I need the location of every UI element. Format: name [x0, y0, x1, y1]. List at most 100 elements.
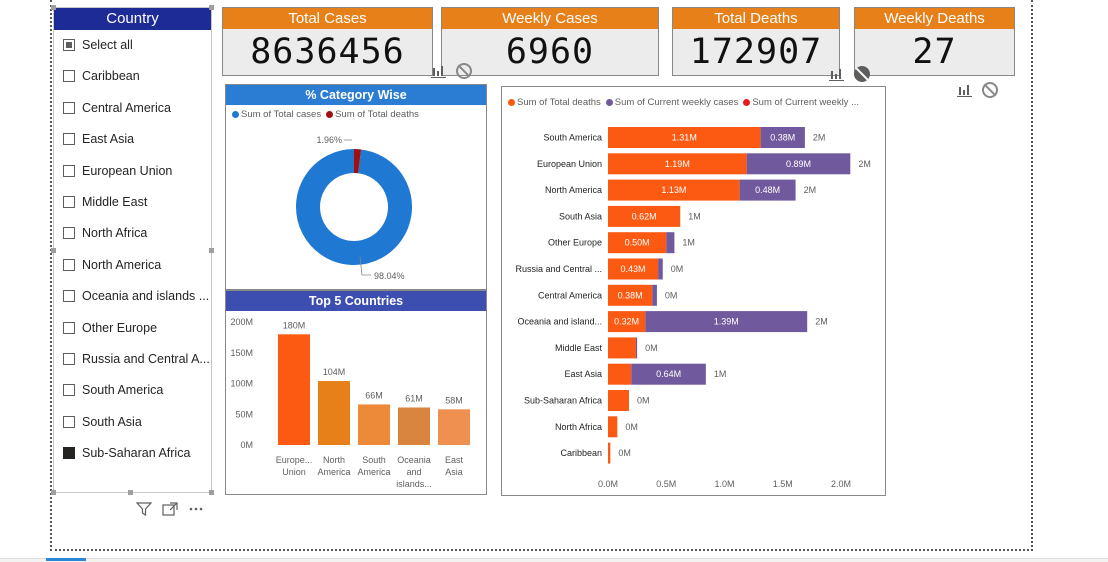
slicer-item-label: Sub-Saharan Africa: [82, 446, 191, 461]
category-wise-donut-panel[interactable]: % Category Wise Sum of Total cases Sum o…: [225, 84, 487, 290]
total-data-label: 0M: [618, 448, 631, 458]
slicer-item[interactable]: East Asia: [63, 129, 134, 149]
slicer-item[interactable]: South America: [63, 380, 163, 400]
legend-item[interactable]: Sum of Total cases: [232, 109, 321, 120]
filter-icon[interactable]: [136, 502, 152, 516]
slicer-title: Country: [54, 8, 211, 30]
checkbox[interactable]: [63, 39, 75, 51]
legend-item[interactable]: Sum of Total deaths: [508, 97, 601, 108]
total-data-label: 0M: [645, 343, 658, 353]
ban-icon[interactable]: [854, 66, 870, 82]
slicer-item[interactable]: Caribbean: [63, 66, 140, 86]
slicer-item[interactable]: Russia and Central A...: [63, 349, 210, 369]
x-tick-label: 1.0M: [714, 479, 734, 489]
y-category-label: South Asia: [559, 211, 602, 221]
y-category-label: European Union: [537, 159, 602, 169]
slicer-item[interactable]: Middle East: [63, 192, 147, 212]
slicer-item[interactable]: South Asia: [63, 412, 142, 432]
bar-segment[interactable]: [608, 416, 618, 438]
checkbox[interactable]: [63, 290, 75, 303]
bar-segment[interactable]: [666, 232, 675, 254]
legend-item[interactable]: Sum of Current weekly ...: [743, 97, 859, 108]
y-category-label: Sub-Saharan Africa: [524, 396, 602, 406]
bar-segment[interactable]: [652, 284, 657, 306]
y-category-label: North America: [545, 185, 602, 195]
x-category-label: Oceania: [397, 455, 431, 465]
checkbox[interactable]: [63, 258, 75, 271]
resize-handle[interactable]: [209, 5, 214, 10]
top5-title: Top 5 Countries: [226, 291, 486, 311]
slicer-item[interactable]: European Union: [63, 161, 172, 181]
total-data-label: 2M: [815, 317, 828, 327]
ban-icon[interactable]: [456, 63, 472, 79]
bar-segment[interactable]: [608, 442, 611, 464]
card-weekly-deaths[interactable]: Weekly Deaths 27: [854, 7, 1015, 76]
resize-handle[interactable]: [128, 490, 133, 495]
bar-data-label: 0.48M: [755, 185, 780, 195]
checkbox[interactable]: [63, 101, 75, 114]
bar-segment[interactable]: [608, 390, 629, 411]
bar[interactable]: [398, 407, 430, 445]
checkbox[interactable]: [63, 447, 75, 460]
bar[interactable]: [438, 409, 470, 445]
slicer-item[interactable]: North Africa: [63, 223, 147, 243]
focus-mode-icon[interactable]: [162, 502, 178, 516]
checkbox[interactable]: [63, 70, 75, 83]
bar[interactable]: [358, 404, 390, 445]
bar-data-label: 1.19M: [665, 159, 690, 169]
checkbox[interactable]: [63, 353, 75, 365]
checkbox[interactable]: [63, 321, 75, 334]
card-value: 27: [912, 32, 957, 72]
resize-handle[interactable]: [51, 248, 56, 253]
slicer-item[interactable]: Sub-Saharan Africa: [63, 443, 190, 463]
legend-item[interactable]: Sum of Total deaths: [326, 109, 419, 120]
slicer-item[interactable]: Oceania and islands ...: [63, 286, 209, 306]
bar-segment[interactable]: [658, 258, 663, 280]
active-page-indicator[interactable]: [46, 558, 86, 561]
y-tick-label: 200M: [230, 317, 253, 327]
card-total-deaths[interactable]: Total Deaths 172907: [672, 7, 840, 76]
checkbox[interactable]: [63, 415, 75, 428]
bar-segment[interactable]: [635, 337, 638, 359]
bar-segment[interactable]: [608, 363, 632, 385]
bar-data-label: 1.13M: [661, 185, 686, 195]
chart-filter-icon[interactable]: [829, 67, 845, 81]
card-total-cases[interactable]: Total Cases 8636456: [222, 7, 433, 76]
checkbox[interactable]: [63, 133, 75, 146]
legend-item[interactable]: Sum of Current weekly cases: [605, 97, 738, 108]
slicer-item[interactable]: North America: [63, 255, 161, 275]
resize-handle[interactable]: [51, 490, 56, 495]
slicer-item[interactable]: Select all: [63, 35, 133, 55]
country-slicer: Country Select all Caribbean Central Ameri…: [53, 7, 212, 493]
resize-handle[interactable]: [209, 248, 214, 253]
top-5-countries-panel[interactable]: Top 5 Countries 200M 150M 100M 50M 0M 180M Eur…: [225, 290, 487, 495]
bar-data-label: 0.38M: [618, 290, 643, 300]
card-value: 8636456: [250, 32, 405, 72]
card-weekly-cases[interactable]: Weekly Cases 6960: [441, 7, 659, 76]
y-tick-label: 50M: [235, 409, 253, 419]
bar-segment[interactable]: [608, 337, 636, 359]
slicer-item[interactable]: Central America: [63, 98, 171, 118]
x-category-label: Union: [282, 467, 306, 477]
slicer-item[interactable]: Other Europe: [63, 318, 157, 338]
total-data-label: 1M: [682, 238, 695, 248]
bar[interactable]: [318, 381, 350, 445]
resize-handle[interactable]: [209, 490, 214, 495]
resize-handle[interactable]: [51, 5, 56, 10]
ban-icon[interactable]: [982, 82, 998, 98]
chart-filter-icon[interactable]: [957, 83, 973, 97]
donut-slice[interactable]: [296, 149, 412, 265]
slicer-item-label: Select all: [82, 38, 133, 52]
stacked-bar-panel[interactable]: Sum of Total deaths Sum of Current weekl…: [501, 86, 886, 496]
bar[interactable]: [278, 334, 310, 445]
bar-data-label: 0.64M: [656, 369, 681, 379]
checkbox[interactable]: [63, 164, 75, 177]
chart-filter-icon[interactable]: [431, 64, 447, 78]
bar-data-label: 104M: [323, 367, 346, 377]
slicer-item-label: South America: [82, 383, 164, 398]
checkbox[interactable]: [63, 384, 75, 397]
checkbox[interactable]: [63, 227, 75, 240]
visual-header-icons: [957, 82, 998, 98]
more-options-icon[interactable]: [188, 502, 204, 516]
checkbox[interactable]: [63, 196, 75, 208]
